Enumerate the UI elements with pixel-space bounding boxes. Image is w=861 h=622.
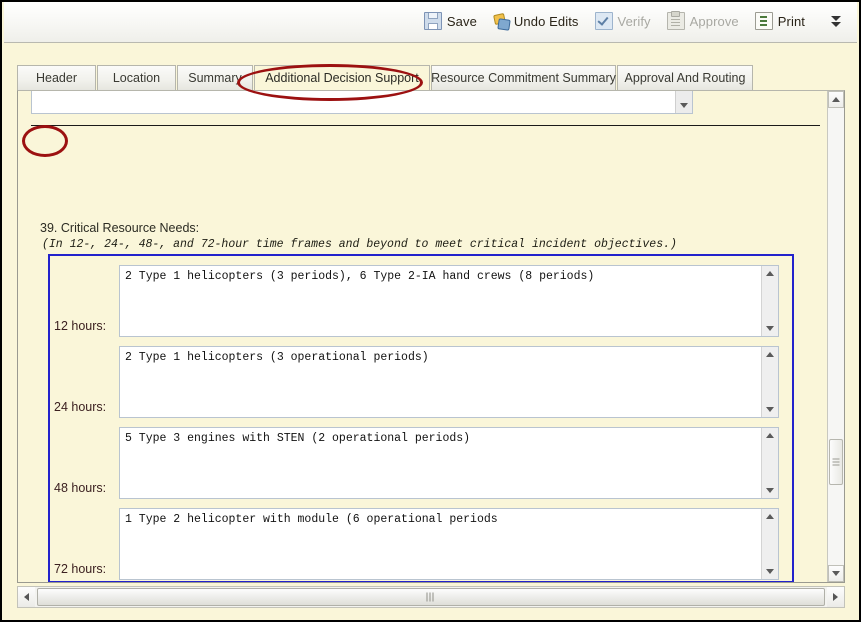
toolbar-overflow-button[interactable] <box>825 14 847 29</box>
label-48-hours: 48 hours: <box>54 481 107 495</box>
textarea-24-hours-scrollbar[interactable] <box>761 347 778 417</box>
tab-additional-decision-support-label: Additional Decision Support <box>265 71 419 85</box>
scroll-down-arrow-icon <box>832 571 840 576</box>
double-chevron-down-icon <box>831 15 841 21</box>
approve-button: Approve <box>661 8 747 34</box>
form-panel: 39. Critical Resource Needs: (In 12-, 24… <box>17 90 845 583</box>
form-scroll-view: 39. Critical Resource Needs: (In 12-, 24… <box>18 91 826 582</box>
tab-strip: Header Location Summary Additional Decis… <box>17 65 845 91</box>
undo-arrows-icon <box>493 13 509 29</box>
scroll-down-arrow-icon[interactable] <box>680 103 688 108</box>
scroll-up-arrow-icon[interactable] <box>766 352 774 357</box>
tab-header-label: Header <box>36 71 77 85</box>
textarea-72-hours-scrollbar[interactable] <box>761 509 778 579</box>
tab-location[interactable]: Location <box>97 65 176 91</box>
scroll-down-arrow-icon[interactable] <box>766 326 774 331</box>
horizontal-scrollbar[interactable] <box>17 586 845 608</box>
scroll-down-arrow-icon[interactable] <box>766 407 774 412</box>
textarea-48-hours[interactable]: 5 Type 3 engines with STEN (2 operationa… <box>119 427 779 499</box>
textarea-12-hours-value: 2 Type 1 helicopters (3 periods), 6 Type… <box>125 270 595 283</box>
save-button-label: Save <box>446 13 477 29</box>
undo-edits-button-label: Undo Edits <box>513 13 579 29</box>
label-12-hours: 12 hours: <box>54 319 107 333</box>
document-icon <box>754 12 773 30</box>
scroll-left-button[interactable] <box>18 587 35 607</box>
application-window: Save Undo Edits Verify Approve Print Hea… <box>0 0 861 622</box>
textarea-48-hours-scrollbar[interactable] <box>761 428 778 498</box>
horizontal-scrollbar-thumb[interactable] <box>37 588 825 606</box>
scrollbar-grip-icon <box>426 592 436 602</box>
textarea-48-hours-value: 5 Type 3 engines with STEN (2 operationa… <box>125 432 471 445</box>
panel-vertical-scrollbar[interactable] <box>827 91 844 582</box>
section-divider <box>31 125 820 126</box>
tab-summary-label: Summary <box>188 71 242 85</box>
scroll-up-arrow-icon[interactable] <box>766 433 774 438</box>
section-title: 39. Critical Resource Needs: <box>40 221 199 235</box>
section-subtitle: (In 12-, 24-, 48-, and 72-hour time fram… <box>42 238 677 251</box>
textarea-24-hours-value: 2 Type 1 helicopters (3 operational peri… <box>125 351 429 364</box>
textarea-12-hours-scrollbar[interactable] <box>761 266 778 336</box>
double-chevron-down-icon-second <box>831 21 841 27</box>
scroll-up-arrow-icon[interactable] <box>766 271 774 276</box>
toolbar: Save Undo Edits Verify Approve Print <box>4 2 857 43</box>
previous-field-textarea-partial[interactable] <box>31 91 693 114</box>
tab-header[interactable]: Header <box>17 65 96 91</box>
save-floppy-icon <box>423 12 442 30</box>
panel-scroll-down-button[interactable] <box>828 565 844 582</box>
scroll-left-arrow-icon <box>24 593 29 601</box>
verify-button: Verify <box>589 8 659 34</box>
print-button[interactable]: Print <box>749 8 813 34</box>
print-button-label: Print <box>777 13 805 29</box>
verify-button-label: Verify <box>617 13 651 29</box>
tab-approval-and-routing-label: Approval And Routing <box>624 71 746 85</box>
textarea-72-hours[interactable]: 1 Type 2 helicopter with module (6 opera… <box>119 508 779 580</box>
panel-scroll-up-button[interactable] <box>828 91 844 108</box>
section-number: 39. <box>40 221 58 235</box>
clipboard-icon <box>666 11 685 30</box>
tab-additional-decision-support[interactable]: Additional Decision Support <box>254 65 430 91</box>
undo-edits-button[interactable]: Undo Edits <box>487 9 587 33</box>
scroll-right-button[interactable] <box>827 587 844 607</box>
label-24-hours: 24 hours: <box>54 400 107 414</box>
panel-scrollbar-thumb[interactable] <box>829 439 843 485</box>
approve-button-label: Approve <box>689 13 739 29</box>
scroll-down-arrow-icon[interactable] <box>766 569 774 574</box>
scroll-up-arrow-icon[interactable] <box>766 514 774 519</box>
tab-resource-commitment-summary-label: Resource Commitment Summary <box>431 71 616 85</box>
tab-resource-commitment-summary[interactable]: Resource Commitment Summary <box>431 65 616 91</box>
checkbox-icon <box>594 12 613 30</box>
textarea-12-hours[interactable]: 2 Type 1 helicopters (3 periods), 6 Type… <box>119 265 779 337</box>
scroll-down-arrow-icon[interactable] <box>766 488 774 493</box>
textarea-72-hours-value: 1 Type 2 helicopter with module (6 opera… <box>125 513 498 526</box>
label-72-hours: 72 hours: <box>54 562 107 576</box>
previous-field-scrollbar[interactable] <box>675 91 692 113</box>
scroll-up-arrow-icon <box>832 97 840 102</box>
section-title-text: Critical Resource Needs: <box>60 221 200 235</box>
tab-location-label: Location <box>112 71 161 85</box>
tab-summary[interactable]: Summary <box>177 65 253 91</box>
scrollbar-grip-icon <box>832 458 840 466</box>
textarea-24-hours[interactable]: 2 Type 1 helicopters (3 operational peri… <box>119 346 779 418</box>
scroll-right-arrow-icon <box>833 593 838 601</box>
save-button[interactable]: Save <box>418 8 485 34</box>
tab-approval-and-routing[interactable]: Approval And Routing <box>617 65 753 91</box>
